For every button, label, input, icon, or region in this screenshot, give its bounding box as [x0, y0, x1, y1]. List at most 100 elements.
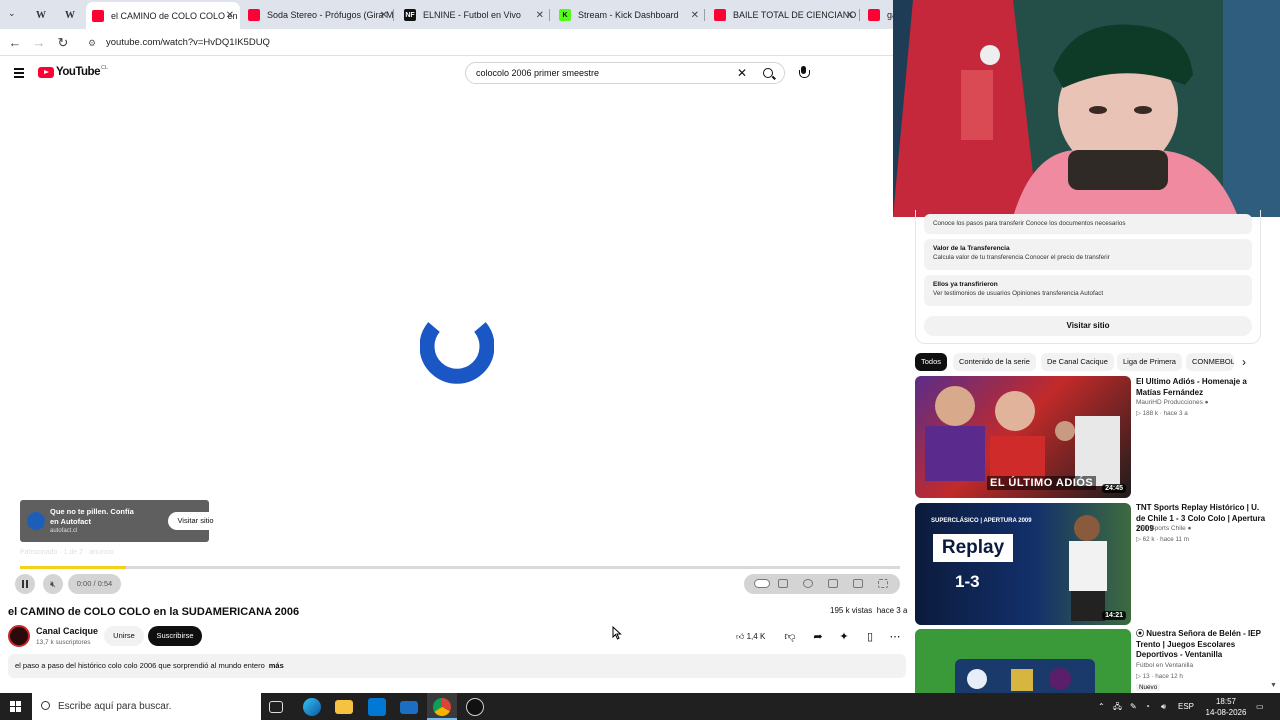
chip-conmebol[interactable]: CONMEBOL [1186, 353, 1234, 371]
chip-series[interactable]: Contenido de la serie [953, 353, 1036, 371]
video-thumbnail[interactable]: SUPERCLÁSICO | APERTURA 2009 Replay 1-3 … [915, 503, 1131, 625]
sidebar-ad-row[interactable]: Conoce los pasos para transferir Conoce … [924, 214, 1252, 234]
chip-channel[interactable]: De Canal Cacique [1041, 353, 1114, 371]
url-field[interactable]: ⚙ youtube.com/watch?v=HvDQ1IK5DUQ [80, 32, 890, 54]
search-icon[interactable] [763, 68, 773, 78]
description-box[interactable]: el paso a paso del histórico colo colo 2… [8, 654, 906, 678]
close-icon[interactable]: ✕ [691, 10, 699, 21]
time-display: 0:00 / 0:54 [68, 574, 121, 594]
wifi-icon[interactable]: ◔ [1145, 693, 1150, 720]
chip-liga[interactable]: Liga de Primera [1117, 353, 1182, 371]
store-icon[interactable] [368, 698, 386, 716]
video-title[interactable]: El Ultimo Adiós - Homenaje a Matías Fern… [1136, 377, 1266, 398]
autoplay-toggle-icon[interactable] [754, 579, 770, 588]
file-explorer-icon[interactable] [335, 700, 353, 714]
language-indicator[interactable]: ESP [1178, 693, 1194, 720]
sidebar-ad-row[interactable]: Valor de la Transferencia Calcula valor … [924, 239, 1252, 270]
chip-all[interactable]: Todos [915, 353, 948, 371]
close-icon[interactable]: ✕ [536, 10, 544, 21]
volume-icon[interactable]: 🔊︎ [1161, 693, 1166, 720]
tab-label: Soda Stereo - Prófugos (Gira M [267, 10, 394, 20]
video-title[interactable]: ⦿ Nuestra Señora de Belén - IEP Trento |… [1136, 629, 1266, 661]
obs-icon[interactable] [466, 698, 484, 716]
tray-chevron-icon[interactable]: ⌃ [1098, 693, 1105, 720]
channel-avatar[interactable] [8, 625, 30, 647]
join-button[interactable]: Unirse [104, 626, 144, 646]
close-icon[interactable]: ✕ [846, 10, 854, 21]
save-button[interactable]: ▯ [860, 627, 880, 647]
clock[interactable]: 18:57 14-08-2026 [1204, 693, 1248, 718]
tab-active-video[interactable]: el CAMINO de COLO COLO en ✕ [86, 2, 240, 29]
fullscreen-icon[interactable] [878, 579, 888, 588]
more-link[interactable]: más [269, 661, 284, 670]
description-text: el paso a paso del histórico colo colo 2… [15, 661, 265, 670]
video-thumbnail[interactable]: EL ÚLTIMO ADIÓS 24:45 [915, 376, 1131, 498]
more-actions-button[interactable]: ⋯ [885, 627, 905, 647]
share-button[interactable]: ➦ [808, 627, 828, 647]
search-box[interactable]: colocolo 2006 primer smeestre ✕ [465, 62, 785, 84]
subtitles-icon[interactable] [778, 579, 788, 588]
task-view-icon[interactable] [269, 701, 283, 713]
chrome-icon[interactable] [433, 698, 451, 716]
reload-button[interactable]: ↻ [54, 34, 72, 52]
thumbnail-caption: Replay [933, 534, 1013, 562]
sidebar-visit-button[interactable]: Visitar sitio [924, 316, 1252, 336]
view-count: 195 k vistas [830, 606, 873, 615]
forward-button[interactable]: → [30, 34, 48, 52]
tab-kick[interactable]: K Stream - Kick Dashboard ✕ [553, 3, 705, 27]
microphone-icon[interactable] [799, 66, 810, 80]
tab-elnine[interactable]: NF ELNINE - Futbol en Vivo ✕ [398, 3, 550, 27]
mute-button[interactable]: 🔇︎ [43, 574, 63, 594]
tab-label: ELNINE - Futbol en Vivo [423, 10, 521, 20]
mail-icon[interactable] [400, 701, 418, 714]
scrollbar-down-arrow[interactable]: ▼ [1270, 682, 1277, 689]
windows-start-icon[interactable] [10, 701, 21, 712]
video-stats: ▷ 188 k · hace 3 a [1136, 410, 1188, 417]
sidebar-ad-row-heading: Ellos ya transfirieron [933, 281, 998, 288]
sidebar-ad-row-heading: Valor de la Transferencia [933, 245, 1010, 252]
close-icon[interactable]: ✕ [226, 10, 234, 21]
tab-1[interactable]: W [29, 3, 55, 27]
cast-icon[interactable] [853, 579, 863, 588]
close-icon[interactable]: ✕ [380, 10, 388, 21]
video-duration: 14:21 [1102, 611, 1126, 620]
notifications-icon[interactable]: ▭ [1256, 693, 1264, 720]
search-input[interactable]: colocolo 2006 primer smeestre [476, 63, 599, 84]
tab-search-icon[interactable]: ⌄ [8, 8, 16, 19]
pause-button[interactable] [15, 574, 35, 594]
tab-partial[interactable]: ga [862, 3, 893, 27]
logo-text: YouTube [56, 66, 100, 78]
settings-gear-icon[interactable] [803, 579, 813, 588]
video-thumbnail[interactable] [915, 629, 1131, 693]
ask-ai-button[interactable]: ✦ [834, 627, 854, 647]
channel-name[interactable]: MauriHD Producciones ● [1136, 399, 1209, 406]
loading-spinner-icon [420, 322, 494, 384]
edge-icon[interactable] [303, 698, 321, 716]
taskbar-search[interactable]: Escribe aquí para buscar. [32, 693, 261, 720]
channel-name[interactable]: TNT Sports Chile ● [1136, 525, 1191, 532]
sidebar-ad-row[interactable]: Ellos ya transfirieron Ver testimonios d… [924, 275, 1252, 306]
network-icon[interactable]: 🖧︎ [1113, 693, 1122, 720]
tab-baile-total[interactable]: BAILE TOTAL DE CIENCIANO Y ✕ [708, 3, 860, 27]
ad-visit-button[interactable]: Visitar sitio [168, 512, 223, 530]
chevron-right-icon[interactable]: › [1242, 355, 1246, 369]
site-info-icon[interactable]: ⚙ [88, 32, 96, 54]
tab-2[interactable]: W [58, 3, 84, 27]
thumbnail-caption: EL ÚLTIMO ADIÓS [987, 476, 1097, 490]
tab-soda-stereo[interactable]: Soda Stereo - Prófugos (Gira M ✕ [242, 3, 394, 27]
subscribe-button[interactable]: Suscribirse [148, 626, 202, 646]
dislike-button[interactable]: 👎︎ [780, 627, 800, 647]
miniplayer-icon[interactable] [828, 579, 838, 588]
video-duration: 24:45 [1102, 484, 1126, 493]
youtube-logo[interactable]: YouTube CL [38, 65, 108, 78]
back-button[interactable]: ← [6, 34, 24, 52]
menu-icon[interactable] [14, 68, 24, 80]
pen-icon[interactable]: ✎ [1130, 693, 1137, 720]
windows-taskbar: Escribe aquí para buscar. ⌃ 🖧︎ ✎ ◔ 🔊︎ ES… [0, 693, 1280, 720]
channel-name[interactable]: Canal Cacique [36, 626, 98, 636]
ad-overlay[interactable]: Que no te pillen. Confía en Autofact aut… [20, 500, 223, 542]
sidebar-ad-row-sub: Conoce los pasos para transferir Conoce … [933, 220, 1126, 227]
progress-bar[interactable] [20, 566, 900, 569]
channel-name[interactable]: Fútbol en Ventanilla [1136, 662, 1193, 669]
clear-search-icon[interactable]: ✕ [737, 63, 747, 84]
